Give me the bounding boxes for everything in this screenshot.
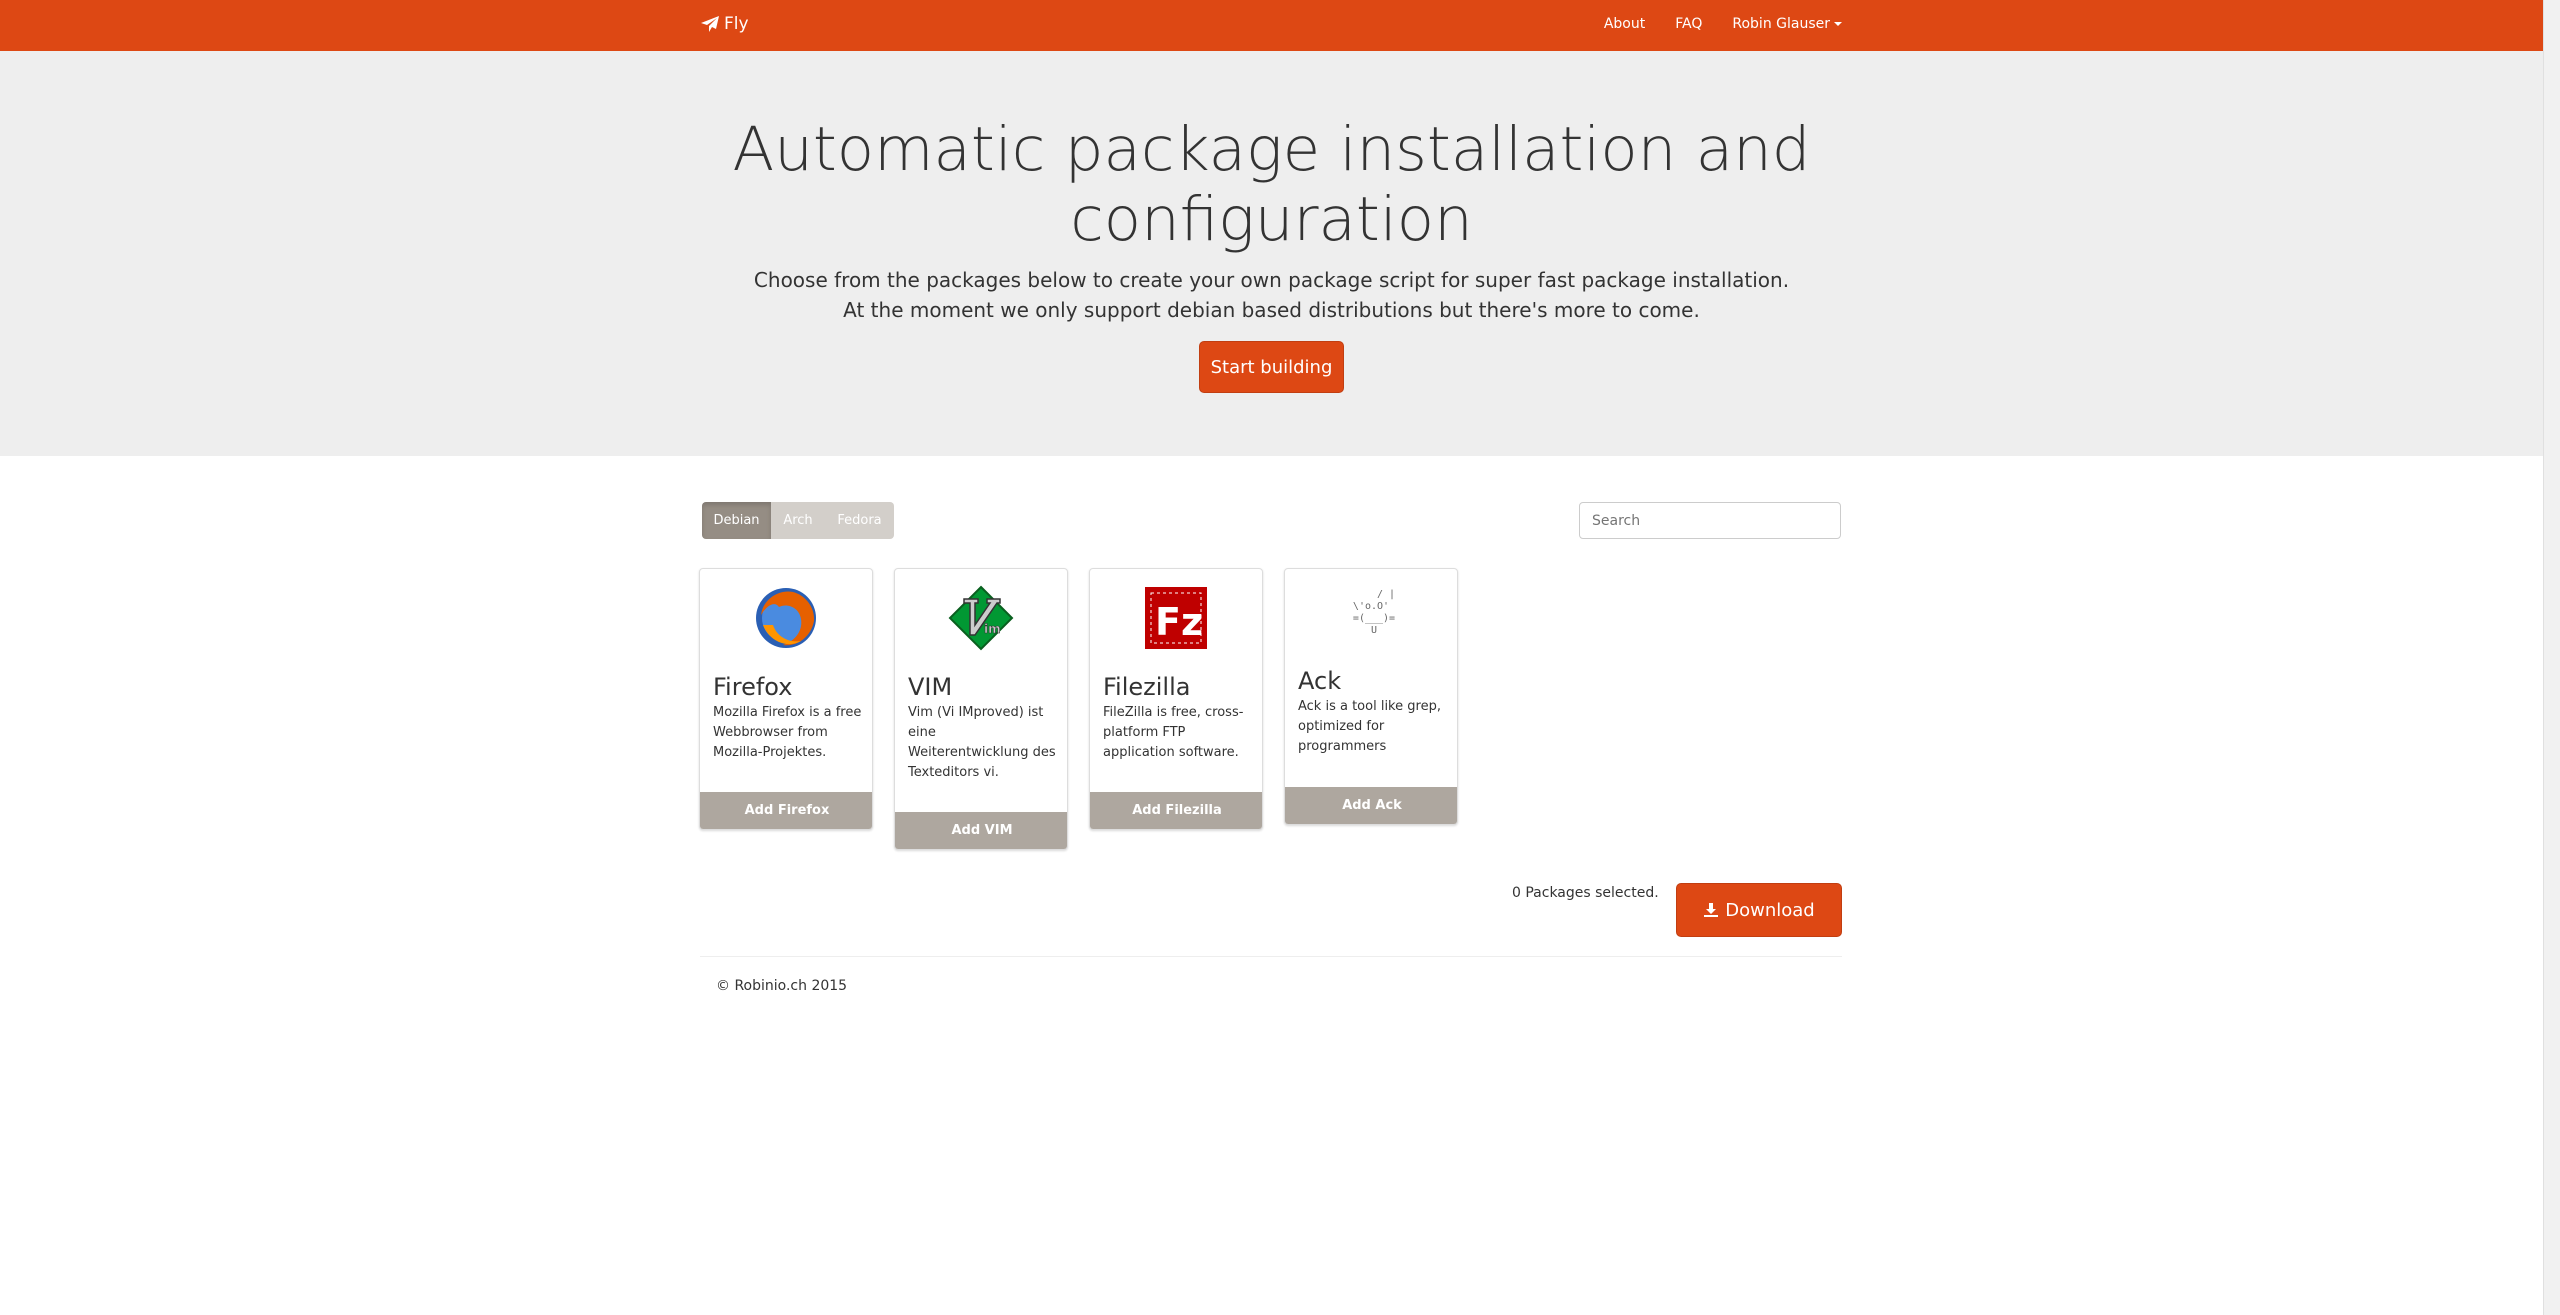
- svg-text:im: im: [984, 622, 1001, 636]
- package-card-filezilla: Fz Filezilla FileZilla is free, cross-pl…: [1089, 568, 1263, 830]
- footer-copyright: © Robinio.ch 2015: [716, 978, 848, 994]
- add-vim-button[interactable]: Add VIM: [895, 812, 1067, 849]
- search-input[interactable]: [1579, 502, 1841, 539]
- hero-lead: Choose from the packages below to create…: [0, 265, 2543, 325]
- package-title: Firefox: [713, 673, 793, 701]
- package-title: VIM: [908, 673, 953, 701]
- svg-text:Fz: Fz: [1155, 600, 1203, 644]
- hero-lead-line2: At the moment we only support debian bas…: [843, 298, 1700, 322]
- ack-icon: / | \'o.O' =(___)= U: [1352, 589, 1396, 636]
- download-button[interactable]: Download: [1676, 883, 1842, 937]
- nav-link-faq[interactable]: FAQ: [1675, 16, 1702, 32]
- package-title: Filezilla: [1103, 673, 1191, 701]
- start-building-button[interactable]: Start building: [1199, 341, 1344, 393]
- tab-arch[interactable]: Arch: [771, 502, 825, 539]
- add-ack-button[interactable]: Add Ack: [1285, 787, 1457, 824]
- package-card-vim: im VIM Vim (Vi IMproved) ist eine Weiter…: [894, 568, 1068, 850]
- package-description: Ack is a tool like grep, optimized for p…: [1298, 699, 1441, 754]
- package-description: FileZilla is free, cross-platform FTP ap…: [1103, 705, 1244, 760]
- hero: Automatic package installation and confi…: [0, 51, 2543, 456]
- nav-link-about[interactable]: About: [1604, 16, 1645, 32]
- nav-links: About FAQ Robin Glauser: [1574, 16, 1842, 32]
- hero-lead-line1: Choose from the packages below to create…: [753, 268, 1790, 292]
- package-description: Mozilla Firefox is a free Webbrowser fro…: [713, 705, 862, 760]
- selected-count: 0 Packages selected.: [1512, 885, 1659, 901]
- paper-plane-icon: [701, 16, 719, 32]
- tab-debian[interactable]: Debian: [702, 502, 771, 539]
- tab-fedora[interactable]: Fedora: [825, 502, 894, 539]
- distro-tabs: Debian Arch Fedora: [702, 502, 894, 539]
- caret-down-icon: [1834, 22, 1842, 26]
- divider: [700, 956, 1842, 957]
- hero-title-line1: Automatic package installation and: [732, 114, 1811, 185]
- brand-link[interactable]: Fly: [700, 14, 749, 34]
- filezilla-icon: Fz: [1145, 587, 1207, 649]
- user-menu[interactable]: Robin Glauser: [1732, 16, 1842, 32]
- package-title: Ack: [1298, 667, 1342, 695]
- navbar: Fly About FAQ Robin Glauser: [0, 0, 2543, 51]
- vim-icon: im: [948, 585, 1014, 651]
- brand-label: Fly: [724, 14, 749, 34]
- add-filezilla-button[interactable]: Add Filezilla: [1090, 792, 1262, 829]
- hero-title: Automatic package installation and confi…: [0, 115, 2543, 255]
- package-card-firefox: Firefox Mozilla Firefox is a free Webbro…: [699, 568, 873, 830]
- package-description: Vim (Vi IMproved) ist eine Weiterentwick…: [908, 705, 1056, 780]
- package-card-ack: / | \'o.O' =(___)= U Ack Ack is a tool l…: [1284, 568, 1458, 825]
- user-name: Robin Glauser: [1732, 16, 1830, 32]
- scrollbar[interactable]: [2543, 0, 2560, 1315]
- firefox-icon: [756, 588, 816, 648]
- download-icon: [1704, 903, 1719, 917]
- hero-title-line2: configuration: [1070, 184, 1473, 255]
- add-firefox-button[interactable]: Add Firefox: [700, 792, 872, 829]
- download-label: Download: [1725, 899, 1815, 921]
